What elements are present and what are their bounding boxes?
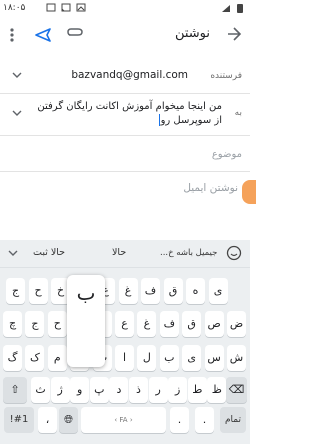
more-icon[interactable] bbox=[9, 27, 15, 43]
key[interactable]: ق bbox=[163, 278, 183, 304]
key[interactable]: ذ bbox=[129, 377, 148, 403]
key[interactable]: د bbox=[109, 377, 129, 403]
attach-icon[interactable] bbox=[66, 27, 84, 43]
suggestion-1[interactable]: حالا ثبت bbox=[33, 247, 65, 258]
subject-placeholder: موضوع bbox=[211, 149, 242, 160]
space-key[interactable]: ‹ FA › bbox=[81, 407, 166, 433]
page-title: نوشتن bbox=[174, 26, 210, 41]
comma-key[interactable]: ، bbox=[38, 407, 57, 433]
key[interactable]: ه bbox=[186, 278, 205, 304]
chevron-down-icon[interactable] bbox=[12, 72, 22, 78]
back-arrow-icon[interactable] bbox=[226, 26, 242, 42]
subject-field[interactable]: موضوع bbox=[0, 142, 250, 172]
key[interactable]: ز bbox=[168, 377, 188, 403]
key[interactable]: غ bbox=[137, 311, 157, 337]
key[interactable]: ص bbox=[204, 311, 224, 337]
status-bar: ۱۸:۰۵ bbox=[0, 0, 250, 18]
floating-bubble[interactable] bbox=[242, 180, 256, 204]
from-label: فرستنده bbox=[210, 71, 242, 81]
key[interactable]: ح bbox=[47, 311, 67, 337]
suggestion-bar: حالا ثبت حالا جیمیل باشه خ... bbox=[0, 240, 250, 268]
key[interactable]: ب bbox=[159, 345, 179, 371]
body-placeholder[interactable]: نوشتن ایمیل bbox=[183, 182, 238, 194]
send-icon[interactable] bbox=[35, 27, 51, 43]
key[interactable]: ف bbox=[141, 278, 160, 304]
key[interactable]: ل bbox=[137, 345, 157, 371]
to-label: به bbox=[234, 108, 242, 118]
to-value: من اینجا میخوام آموزش اکانت رایگان گرفتن… bbox=[37, 101, 222, 126]
to-row[interactable]: من اینجا میخوام آموزش اکانت رایگان گرفتن… bbox=[0, 94, 250, 136]
backspace-key[interactable]: ⌫ bbox=[226, 377, 247, 403]
space-label: FA bbox=[119, 416, 128, 424]
from-value: bazvandq@gmail.com bbox=[71, 69, 188, 81]
key[interactable]: ظ bbox=[207, 377, 227, 403]
key[interactable]: ط bbox=[187, 377, 207, 403]
key[interactable]: ژ bbox=[50, 377, 70, 403]
image-icon bbox=[76, 3, 86, 12]
key[interactable]: ح bbox=[28, 278, 48, 304]
key[interactable]: ع bbox=[115, 311, 134, 337]
popup-char: ب bbox=[76, 281, 96, 305]
chevron-down-icon[interactable] bbox=[8, 250, 18, 256]
language-key[interactable]: 🌐︎ bbox=[59, 407, 78, 433]
key[interactable]: ض bbox=[227, 311, 246, 337]
dot-key[interactable]: . bbox=[195, 407, 214, 433]
sim-icon bbox=[46, 3, 56, 12]
key[interactable]: م bbox=[47, 345, 67, 371]
key[interactable]: ج bbox=[6, 278, 25, 304]
key[interactable]: ی bbox=[182, 345, 202, 371]
suggestion-2[interactable]: حالا bbox=[112, 247, 126, 258]
key[interactable]: ث bbox=[31, 377, 50, 403]
key[interactable]: س bbox=[204, 345, 224, 371]
symbols-key[interactable]: !#1 bbox=[4, 407, 34, 433]
text-cursor bbox=[158, 114, 160, 126]
enter-key[interactable]: تمام bbox=[220, 407, 246, 433]
shift-key[interactable]: ⇧ bbox=[3, 377, 27, 403]
key[interactable]: ک bbox=[25, 345, 45, 371]
cast-icon bbox=[61, 3, 71, 12]
battery-icon bbox=[237, 4, 243, 13]
key[interactable]: و bbox=[70, 377, 90, 403]
key[interactable]: ج bbox=[25, 311, 45, 337]
signal-icon bbox=[222, 4, 230, 12]
key-preview-popup: ب bbox=[67, 275, 105, 367]
status-time: ۱۸:۰۵ bbox=[3, 3, 26, 13]
key[interactable]: غ bbox=[118, 278, 138, 304]
chevron-down-icon[interactable] bbox=[12, 110, 22, 116]
period-key[interactable]: . bbox=[170, 407, 189, 433]
key[interactable]: ر bbox=[148, 377, 168, 403]
key[interactable]: چ bbox=[3, 311, 22, 337]
key[interactable]: ف bbox=[159, 311, 179, 337]
suggestion-3[interactable]: جیمیل باشه خ... bbox=[160, 248, 217, 258]
key[interactable]: ی bbox=[208, 278, 228, 304]
from-row[interactable]: bazvandq@gmail.com فرستنده bbox=[0, 58, 250, 94]
key[interactable]: ق bbox=[182, 311, 202, 337]
app-bar: نوشتن bbox=[0, 18, 250, 54]
key[interactable]: گ bbox=[3, 345, 22, 371]
key[interactable]: ا bbox=[115, 345, 134, 371]
emoji-icon[interactable] bbox=[226, 245, 242, 261]
key[interactable]: ش bbox=[227, 345, 246, 371]
key[interactable]: پ bbox=[89, 377, 109, 403]
to-field[interactable]: من اینجا میخوام آموزش اکانت رایگان گرفتن… bbox=[27, 100, 222, 128]
